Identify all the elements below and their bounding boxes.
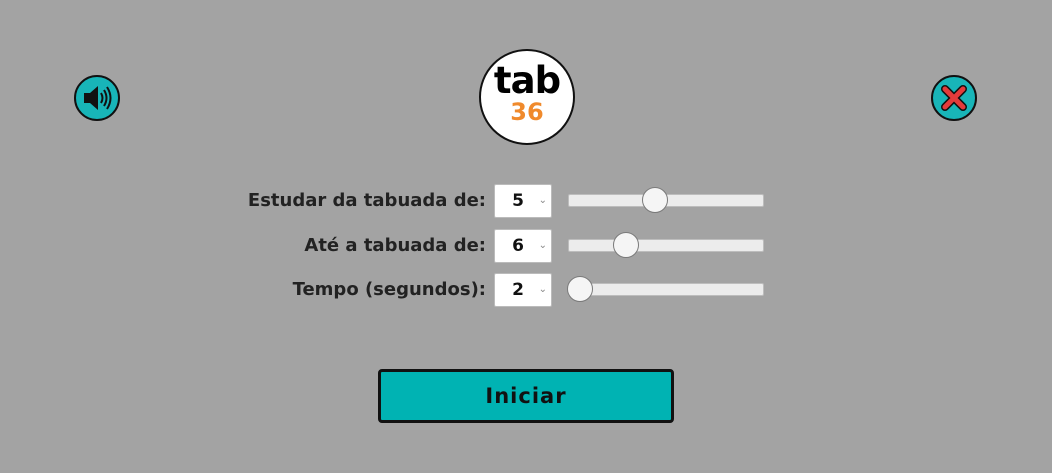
start-table-select[interactable]: 5 ⌄ xyxy=(494,184,552,218)
end-table-value: 6 xyxy=(512,236,524,256)
start-button[interactable]: Iniciar xyxy=(378,369,674,423)
app-logo: tab 36 xyxy=(479,49,575,145)
close-button[interactable] xyxy=(931,75,977,121)
logo-number: 36 xyxy=(510,98,544,126)
sound-toggle-button[interactable] xyxy=(74,75,120,121)
start-table-slider-thumb[interactable] xyxy=(641,187,668,213)
end-table-select[interactable]: 6 ⌄ xyxy=(494,229,552,263)
settings-row-time: Tempo (segundos): 2 ⌄ xyxy=(0,272,1052,308)
end-table-slider-thumb[interactable] xyxy=(612,232,639,258)
logo-text: tab xyxy=(493,59,561,102)
chevron-down-icon: ⌄ xyxy=(538,240,547,251)
chevron-down-icon: ⌄ xyxy=(538,284,547,295)
start-table-slider[interactable] xyxy=(568,187,764,213)
time-select[interactable]: 2 ⌄ xyxy=(494,273,552,307)
settings-row-end-table: Até a tabuada de: 6 ⌄ xyxy=(0,228,1052,264)
time-slider-thumb[interactable] xyxy=(567,276,593,302)
start-button-label: Iniciar xyxy=(485,384,567,408)
time-value: 2 xyxy=(512,280,524,300)
time-label: Tempo (segundos): xyxy=(292,279,486,300)
settings-row-start-table: Estudar da tabuada de: 5 ⌄ xyxy=(0,183,1052,219)
chevron-down-icon: ⌄ xyxy=(538,195,547,206)
start-table-label: Estudar da tabuada de: xyxy=(247,190,486,211)
time-slider[interactable] xyxy=(567,276,764,302)
speaker-icon xyxy=(84,86,112,110)
close-x-icon xyxy=(941,85,967,111)
end-table-label: Até a tabuada de: xyxy=(304,235,486,256)
start-table-value: 5 xyxy=(512,191,524,211)
end-table-slider[interactable] xyxy=(568,232,764,258)
